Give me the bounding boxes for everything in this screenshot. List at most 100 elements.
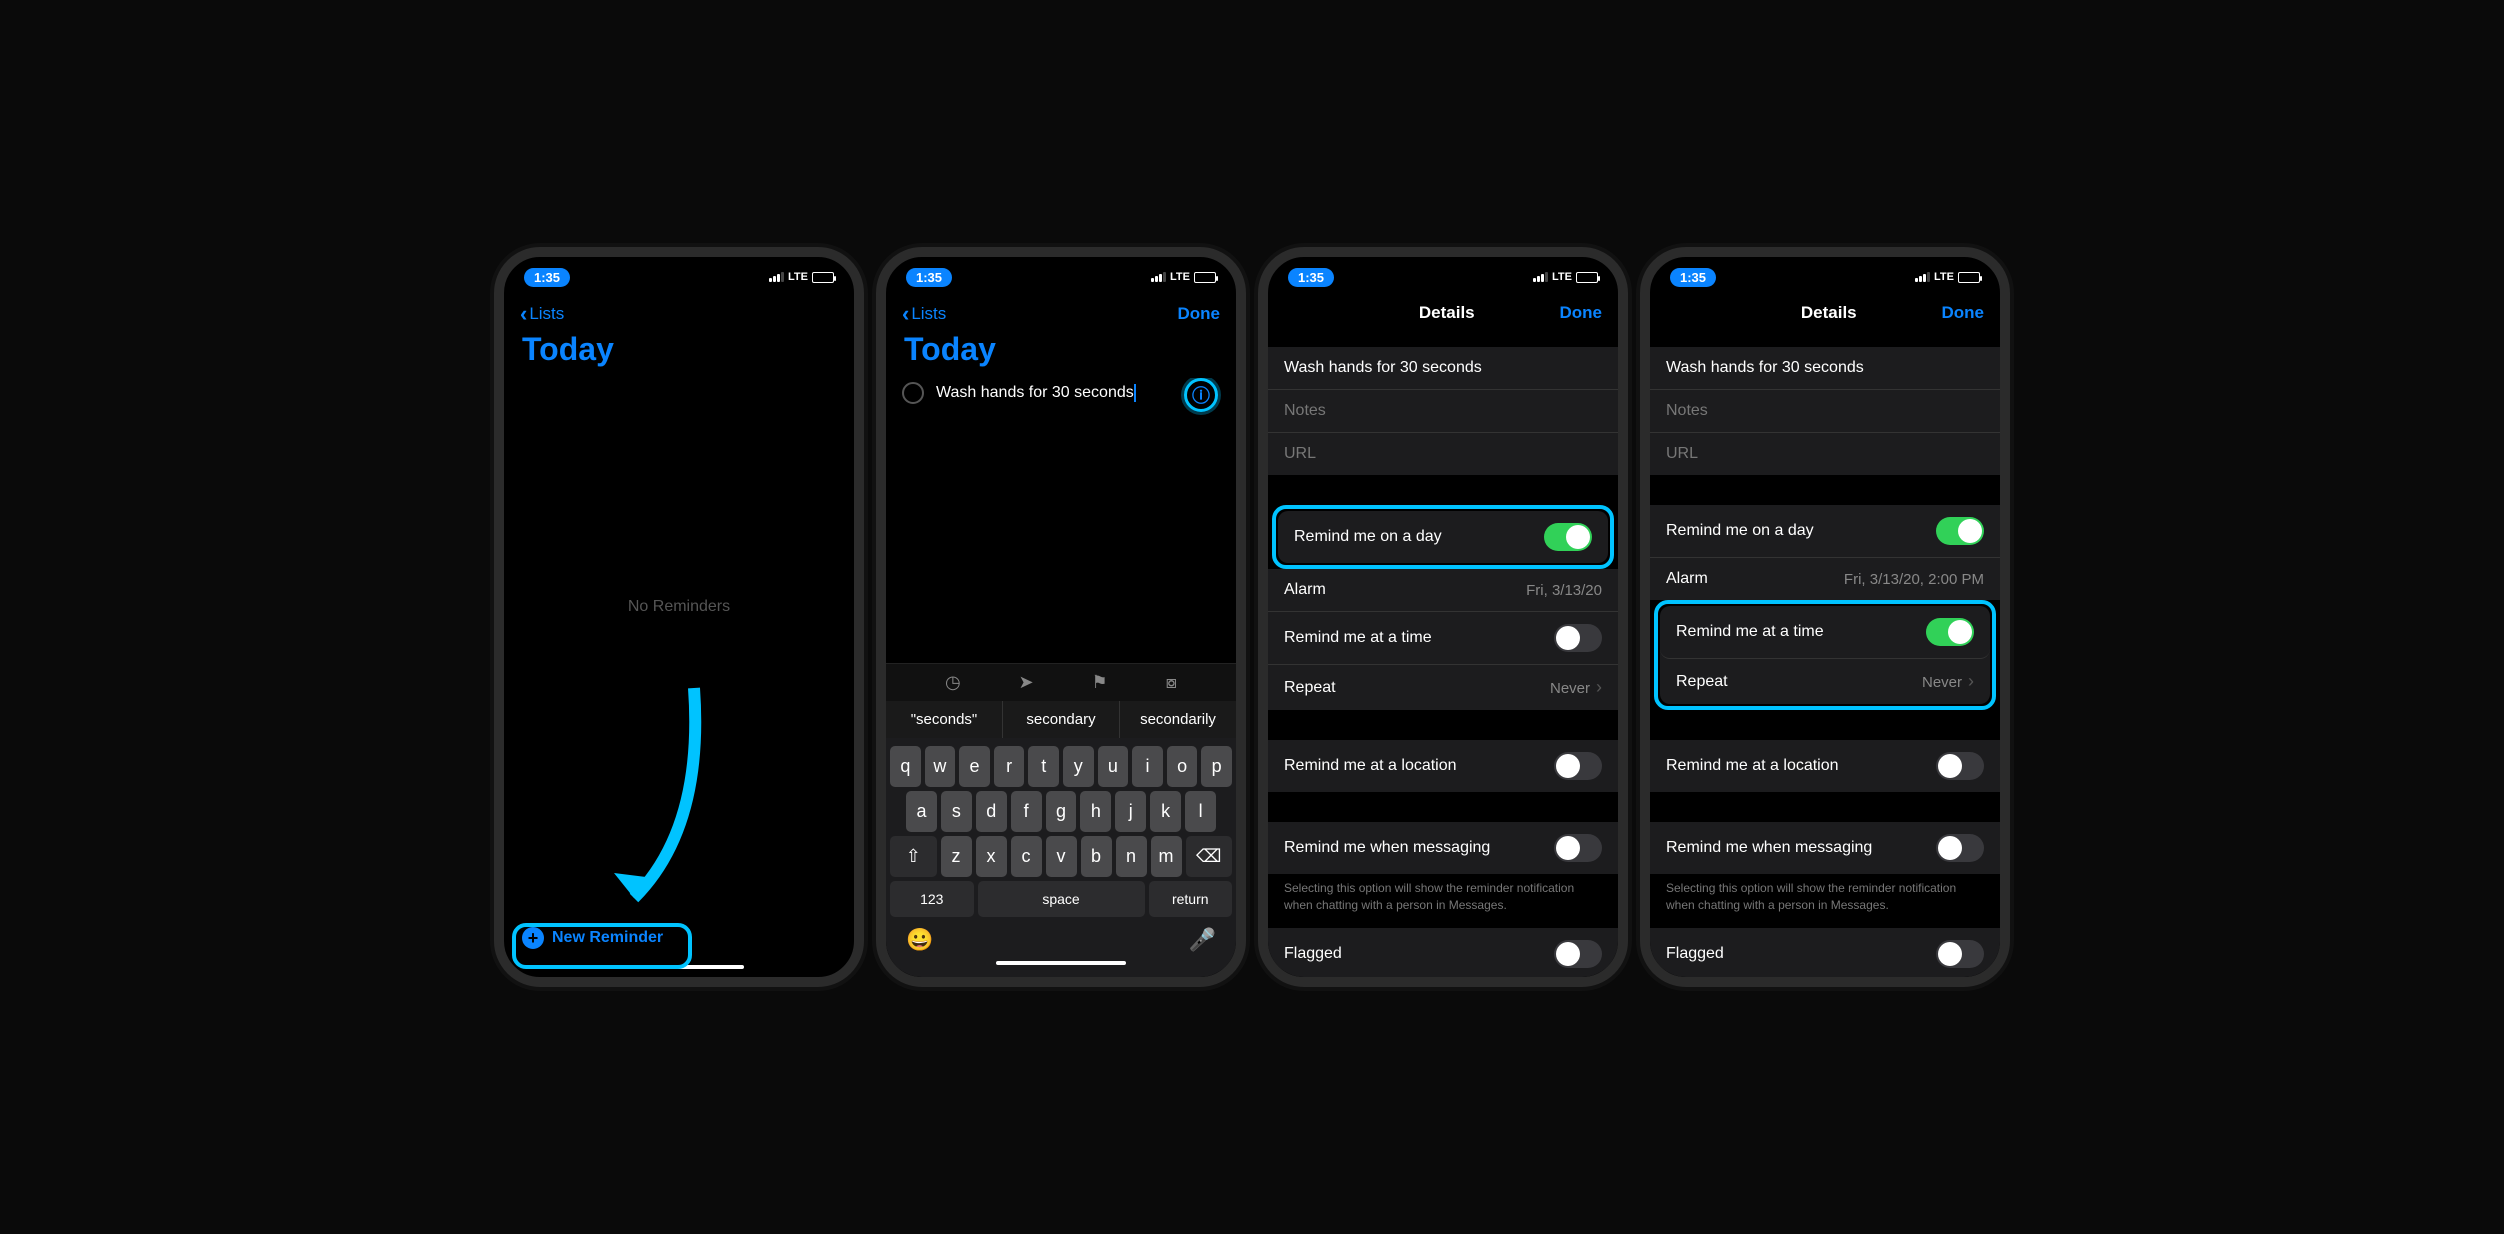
key-p[interactable]: p xyxy=(1201,746,1232,787)
alarm-label: Alarm xyxy=(1284,581,1326,599)
back-button[interactable]: ‹ Lists xyxy=(902,303,946,325)
numbers-key[interactable]: 123 xyxy=(890,881,974,917)
remind-time-label: Remind me at a time xyxy=(1284,629,1432,647)
key-f[interactable]: f xyxy=(1011,791,1042,832)
key-u[interactable]: u xyxy=(1098,746,1129,787)
info-button[interactable]: ⓘ xyxy=(1184,378,1218,412)
remind-day-label: Remind me on a day xyxy=(1294,528,1442,546)
return-key[interactable]: return xyxy=(1149,881,1233,917)
empty-state-text: No Reminders xyxy=(504,598,854,616)
carrier-label: LTE xyxy=(1170,271,1190,283)
remind-day-row[interactable]: Remind me on a day xyxy=(1650,505,2000,558)
flagged-row[interactable]: Flagged xyxy=(1650,928,2000,977)
title-field[interactable]: Wash hands for 30 seconds xyxy=(1268,347,1618,390)
reminder-title-input[interactable]: Wash hands for 30 seconds xyxy=(936,384,1134,401)
remind-day-toggle[interactable] xyxy=(1936,517,1984,545)
signal-icon xyxy=(1915,272,1930,282)
key-d[interactable]: d xyxy=(976,791,1007,832)
location-icon[interactable]: ➤ xyxy=(1019,672,1034,693)
remind-time-row[interactable]: Remind me at a time xyxy=(1660,606,1990,659)
notch xyxy=(599,257,759,283)
key-s[interactable]: s xyxy=(941,791,972,832)
notes-field[interactable]: Notes xyxy=(1268,390,1618,433)
remind-location-row[interactable]: Remind me at a location xyxy=(1650,740,2000,792)
remind-messaging-row[interactable]: Remind me when messaging xyxy=(1650,822,2000,874)
flagged-toggle[interactable] xyxy=(1554,940,1602,968)
remind-messaging-label: Remind me when messaging xyxy=(1284,839,1490,857)
remind-time-toggle[interactable] xyxy=(1554,624,1602,652)
key-g[interactable]: g xyxy=(1046,791,1077,832)
remind-location-toggle[interactable] xyxy=(1936,752,1984,780)
back-label: Lists xyxy=(529,304,564,324)
suggestion-3[interactable]: secondarily xyxy=(1120,701,1236,738)
alarm-row[interactable]: Alarm Fri, 3/13/20 xyxy=(1268,569,1618,612)
shift-key[interactable]: ⇧ xyxy=(890,836,937,877)
camera-icon[interactable]: ⧇ xyxy=(1166,672,1177,693)
remind-messaging-toggle[interactable] xyxy=(1554,834,1602,862)
flag-icon[interactable]: ⚑ xyxy=(1092,672,1108,693)
reminder-radio-icon[interactable] xyxy=(902,382,924,404)
notes-field[interactable]: Notes xyxy=(1650,390,2000,433)
key-c[interactable]: c xyxy=(1011,836,1042,877)
signal-icon xyxy=(769,272,784,282)
key-v[interactable]: v xyxy=(1046,836,1077,877)
page-title: Today xyxy=(886,329,1236,378)
kb-row-4: 123 space return xyxy=(890,881,1232,917)
back-button[interactable]: ‹ Lists xyxy=(520,303,564,325)
key-e[interactable]: e xyxy=(959,746,990,787)
suggestion-2[interactable]: secondary xyxy=(1003,701,1120,738)
remind-location-row[interactable]: Remind me at a location xyxy=(1268,740,1618,792)
flagged-row[interactable]: Flagged xyxy=(1268,928,1618,977)
key-r[interactable]: r xyxy=(994,746,1025,787)
kb-row-1: q w e r t y u i o p xyxy=(890,746,1232,787)
key-n[interactable]: n xyxy=(1116,836,1147,877)
clock-icon[interactable]: ◷ xyxy=(945,672,961,693)
key-q[interactable]: q xyxy=(890,746,921,787)
remind-day-toggle[interactable] xyxy=(1544,523,1592,551)
repeat-row[interactable]: Repeat Never› xyxy=(1660,659,1990,704)
done-button[interactable]: Done xyxy=(1178,304,1221,324)
url-field[interactable]: URL xyxy=(1268,433,1618,475)
home-indicator[interactable] xyxy=(996,961,1126,965)
status-time: 1:35 xyxy=(524,268,570,287)
nav-bar: ‹ Lists Done xyxy=(886,297,1236,329)
remind-day-row[interactable]: Remind me on a day xyxy=(1278,511,1608,563)
key-l[interactable]: l xyxy=(1185,791,1216,832)
remind-messaging-toggle[interactable] xyxy=(1936,834,1984,862)
key-m[interactable]: m xyxy=(1151,836,1182,877)
url-field[interactable]: URL xyxy=(1650,433,2000,475)
remind-time-toggle[interactable] xyxy=(1926,618,1974,646)
key-k[interactable]: k xyxy=(1150,791,1181,832)
battery-icon xyxy=(1194,272,1216,283)
key-x[interactable]: x xyxy=(976,836,1007,877)
key-z[interactable]: z xyxy=(941,836,972,877)
notch xyxy=(981,257,1141,283)
alarm-row[interactable]: Alarm Fri, 3/13/20, 2:00 PM xyxy=(1650,558,2000,600)
remind-messaging-row[interactable]: Remind me when messaging xyxy=(1268,822,1618,874)
key-b[interactable]: b xyxy=(1081,836,1112,877)
flagged-toggle[interactable] xyxy=(1936,940,1984,968)
key-j[interactable]: j xyxy=(1115,791,1146,832)
key-o[interactable]: o xyxy=(1167,746,1198,787)
title-value: Wash hands for 30 seconds xyxy=(1666,359,1864,377)
done-button[interactable]: Done xyxy=(1560,303,1603,323)
key-w[interactable]: w xyxy=(925,746,956,787)
key-t[interactable]: t xyxy=(1028,746,1059,787)
key-h[interactable]: h xyxy=(1080,791,1111,832)
done-button[interactable]: Done xyxy=(1942,303,1985,323)
remind-location-toggle[interactable] xyxy=(1554,752,1602,780)
repeat-row[interactable]: Repeat Never› xyxy=(1268,665,1618,710)
dictation-key[interactable]: 🎤 xyxy=(1189,927,1216,953)
emoji-key[interactable]: 😀 xyxy=(906,927,933,953)
key-y[interactable]: y xyxy=(1063,746,1094,787)
repeat-value: Never xyxy=(1550,680,1590,697)
space-key[interactable]: space xyxy=(978,881,1145,917)
title-field[interactable]: Wash hands for 30 seconds xyxy=(1650,347,2000,390)
remind-time-row[interactable]: Remind me at a time xyxy=(1268,612,1618,665)
key-a[interactable]: a xyxy=(906,791,937,832)
key-i[interactable]: i xyxy=(1132,746,1163,787)
backspace-key[interactable]: ⌫ xyxy=(1186,836,1233,877)
highlight-new-reminder xyxy=(512,923,692,969)
suggestion-1[interactable]: "seconds" xyxy=(886,701,1003,738)
phone-screen-4: 1:35 LTE Details Done Wash hands for 30 … xyxy=(1640,247,2010,987)
